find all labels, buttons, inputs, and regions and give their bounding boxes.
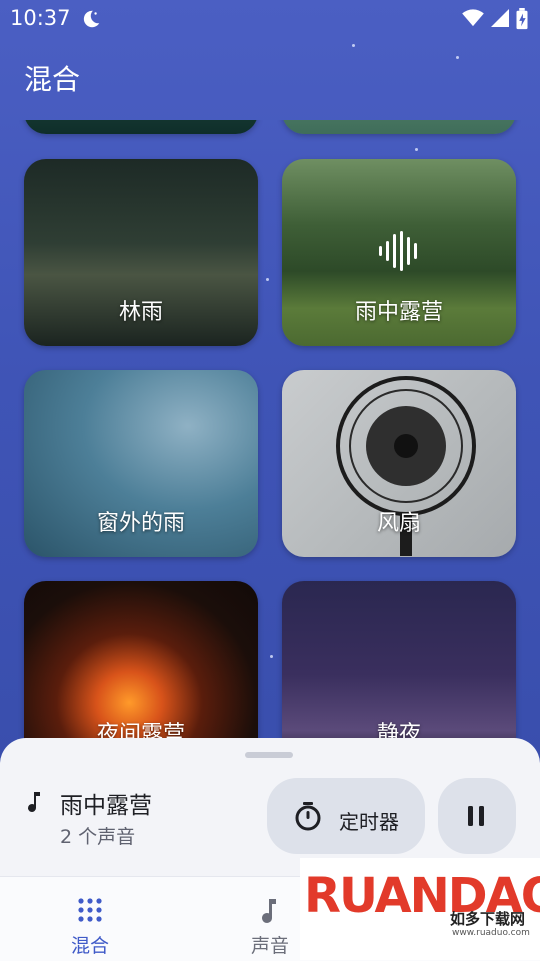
page-title: 混合: [24, 63, 81, 96]
music-note-icon: [28, 792, 40, 812]
wifi-icon: [462, 9, 484, 27]
sound-card-label: 窗外的雨: [96, 511, 185, 536]
timer-button[interactable]: 定时器: [267, 778, 425, 854]
sound-card-fan[interactable]: 风扇: [282, 370, 516, 557]
status-bar: 10:37: [0, 0, 540, 40]
timer-button-label: 定时器: [339, 812, 399, 834]
sound-card-quiet-night[interactable]: 静夜: [282, 581, 516, 740]
signal-icon: [491, 9, 509, 27]
sound-card-label: 林雨: [118, 300, 163, 325]
sound-card-rain-camping[interactable]: 雨中露营: [282, 159, 516, 346]
sound-card-night-camping[interactable]: 夜间露营: [24, 581, 258, 740]
watermark-url: www.ruaduo.com: [452, 928, 530, 938]
pause-button[interactable]: [438, 778, 516, 854]
sound-wave-icon: [379, 231, 417, 271]
status-time: 10:37: [10, 6, 71, 30]
sound-card[interactable]: [24, 120, 258, 134]
music-note-icon: [262, 899, 276, 923]
pause-icon: [468, 806, 484, 826]
drag-handle[interactable]: [245, 752, 293, 758]
watermark-subtitle: 如多下载网: [450, 910, 526, 928]
sound-card-label: 夜间露营: [96, 722, 185, 740]
sound-card-label: 雨中露营: [354, 300, 443, 325]
battery-charging-icon: [516, 8, 528, 30]
sound-card-window-rain[interactable]: 窗外的雨: [24, 370, 258, 557]
moon-icon: [83, 10, 100, 28]
star: [352, 44, 355, 47]
now-playing-title: 雨中露营: [60, 793, 152, 819]
sound-card[interactable]: [282, 120, 516, 134]
grid-dots-icon: [78, 898, 102, 922]
watermark-logo: RUANDAO 如多下载网 www.ruaduo.com: [300, 858, 540, 960]
now-playing-subtitle: 2 个声音: [60, 826, 136, 848]
sound-grid[interactable]: 林雨 雨中露营 窗外的雨 风扇 夜间露营 静夜: [0, 120, 540, 740]
sound-card-label: 静夜: [376, 722, 421, 740]
star: [456, 56, 459, 59]
sound-card-label: 风扇: [376, 511, 421, 536]
nav-item-mix[interactable]: 混合: [0, 877, 180, 961]
timer-icon: [295, 802, 321, 831]
nav-label-mix: 混合: [70, 935, 109, 957]
sound-card-forest-rain[interactable]: 林雨: [24, 159, 258, 346]
